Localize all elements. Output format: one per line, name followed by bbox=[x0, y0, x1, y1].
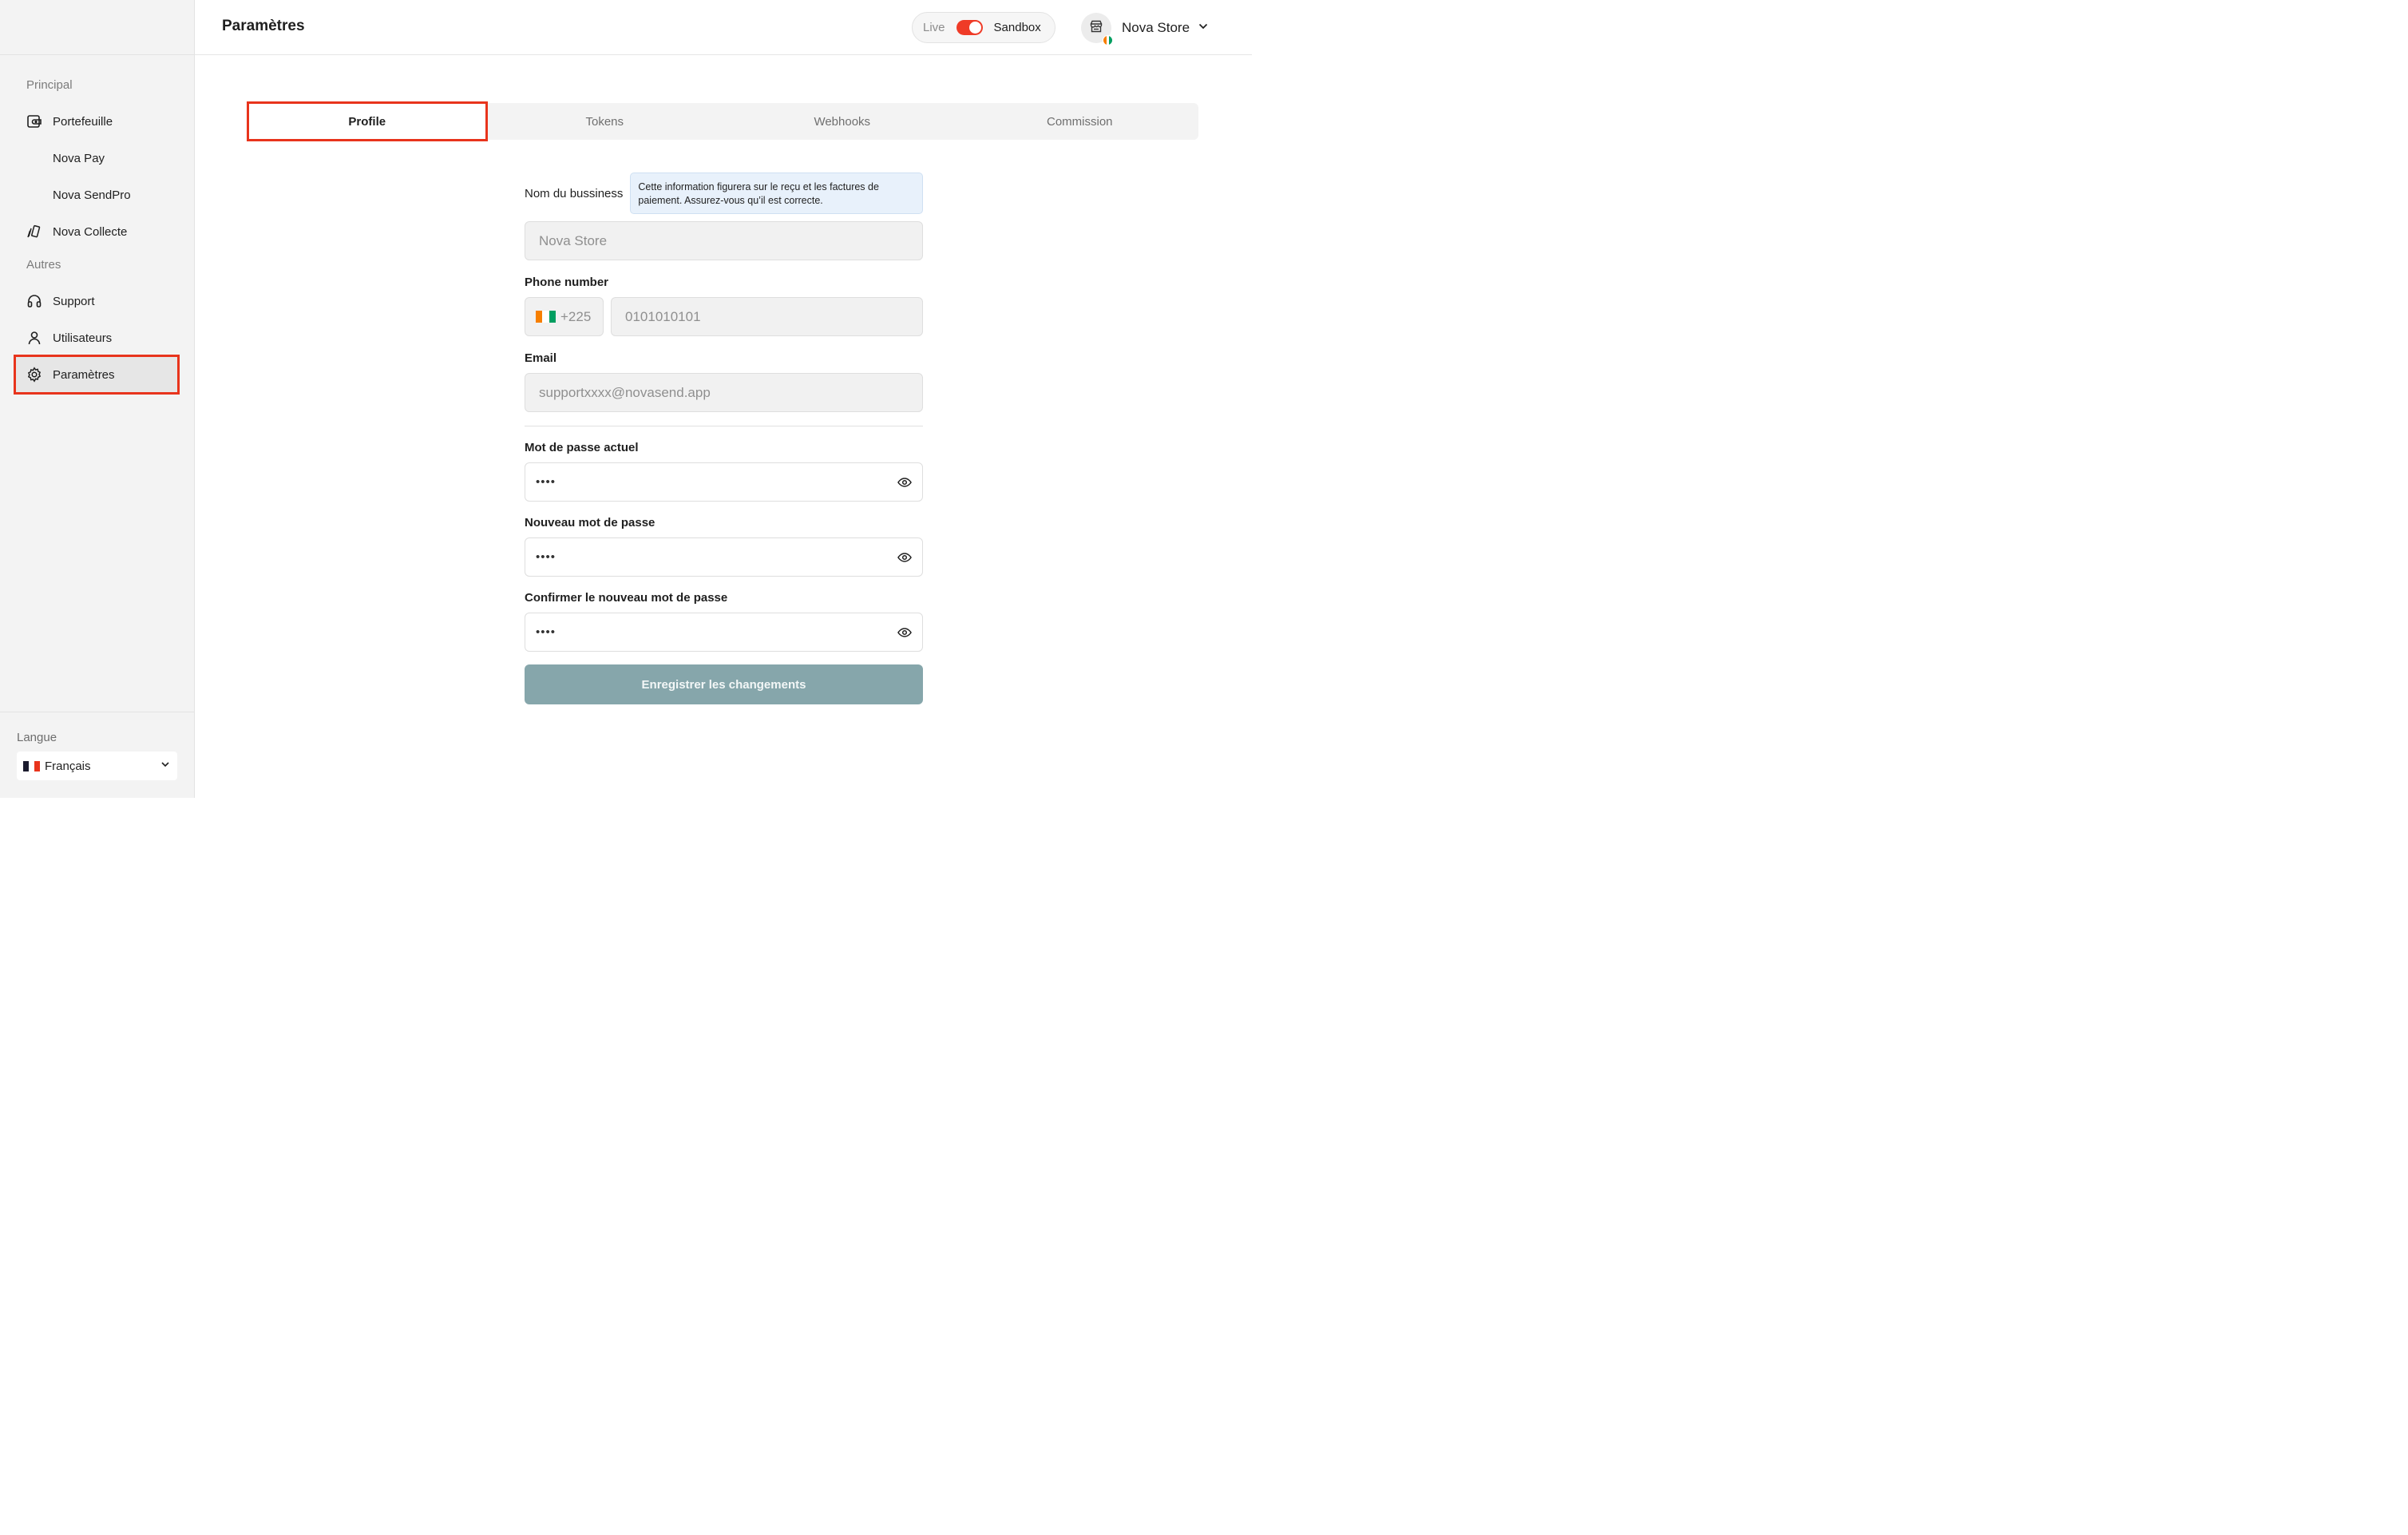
password-dots: •••• bbox=[536, 550, 556, 564]
save-changes-button[interactable]: Enregistrer les changements bbox=[525, 664, 923, 704]
business-info-note: Cette information figurera sur le reçu e… bbox=[630, 173, 923, 214]
email-input[interactable]: supportxxxx@novasend.app bbox=[525, 373, 923, 412]
user-icon bbox=[16, 330, 53, 346]
current-password-label: Mot de passe actuel bbox=[525, 441, 639, 454]
sidebar-item-label: Utilisateurs bbox=[53, 331, 113, 345]
business-label-row: Nom du bussiness Cette information figur… bbox=[525, 173, 923, 214]
sidebar-item-utilisateurs[interactable]: Utilisateurs bbox=[16, 320, 177, 355]
phone-number-row: +225 0101010101 bbox=[525, 297, 923, 336]
ivory-coast-flag-icon bbox=[536, 311, 556, 323]
language-select[interactable]: Français bbox=[17, 752, 177, 780]
email-label: Email bbox=[525, 351, 557, 365]
sidebar-item-label: Support bbox=[53, 294, 95, 308]
new-password-input[interactable]: •••• bbox=[525, 537, 923, 577]
country-code-value: +225 bbox=[560, 308, 592, 324]
sidebar-item-label: Paramètres bbox=[53, 367, 115, 382]
section-label-principal: Principal bbox=[26, 78, 73, 92]
tab-commission[interactable]: Commission bbox=[961, 103, 1199, 140]
ivory-coast-flag-icon bbox=[1103, 35, 1113, 46]
store-icon bbox=[1089, 19, 1103, 38]
sidebar-logo-area bbox=[0, 0, 194, 55]
sidebar-item-nova-sendpro[interactable]: Nova SendPro bbox=[16, 177, 177, 212]
eye-icon[interactable] bbox=[897, 552, 912, 563]
environment-toggle: Live Sandbox bbox=[912, 12, 1055, 43]
store-name: Nova Store bbox=[1122, 20, 1190, 35]
sidebar-item-label: Portefeuille bbox=[53, 114, 113, 129]
france-flag-icon bbox=[23, 760, 40, 771]
sidebar-item-label: Nova Collecte bbox=[53, 224, 128, 239]
current-password-input[interactable]: •••• bbox=[525, 462, 923, 502]
sidebar-item-parametres[interactable]: Paramètres bbox=[14, 355, 180, 395]
business-name-input[interactable]: Nova Store bbox=[525, 221, 923, 260]
profile-form: Nom du bussiness Cette information figur… bbox=[525, 173, 923, 704]
store-menu[interactable]: Nova Store bbox=[1081, 11, 1209, 46]
chevron-down-icon bbox=[160, 759, 171, 773]
section-label-autres: Autres bbox=[26, 258, 61, 272]
headset-icon bbox=[16, 293, 53, 309]
confirm-password-label: Confirmer le nouveau mot de passe bbox=[525, 591, 728, 605]
gear-icon bbox=[16, 367, 53, 383]
language-value: Français bbox=[45, 759, 91, 773]
eye-icon[interactable] bbox=[897, 627, 912, 638]
sidebar-item-portefeuille[interactable]: Portefeuille bbox=[16, 104, 177, 139]
cards-icon bbox=[16, 224, 53, 240]
confirm-password-input[interactable]: •••• bbox=[525, 613, 923, 652]
password-dots: •••• bbox=[536, 625, 556, 639]
page-title: Paramètres bbox=[222, 18, 305, 34]
tab-tokens[interactable]: Tokens bbox=[486, 103, 724, 140]
switch-knob bbox=[968, 22, 981, 34]
tab-webhooks[interactable]: Webhooks bbox=[723, 103, 961, 140]
sidebar-item-nova-collecte[interactable]: Nova Collecte bbox=[16, 214, 177, 249]
sidebar-item-label: Nova SendPro bbox=[53, 188, 131, 202]
env-sandbox-label[interactable]: Sandbox bbox=[994, 21, 1041, 34]
new-password-label: Nouveau mot de passe bbox=[525, 516, 655, 530]
env-live-label[interactable]: Live bbox=[923, 21, 945, 34]
store-avatar bbox=[1081, 13, 1113, 46]
wallet-icon bbox=[16, 113, 53, 129]
password-dots: •••• bbox=[536, 475, 556, 489]
sidebar-item-nova-pay[interactable]: Nova Pay bbox=[16, 141, 177, 176]
language-label: Langue bbox=[17, 731, 57, 744]
country-code-select[interactable]: +225 bbox=[525, 297, 604, 336]
sidebar: Principal Portefeuille Nova Pay Nova Sen… bbox=[0, 0, 195, 798]
business-name-label: Nom du bussiness bbox=[525, 186, 624, 200]
phone-number-input[interactable]: 0101010101 bbox=[611, 297, 923, 336]
top-header: Paramètres Live Sandbox Nova Store bbox=[195, 0, 1252, 55]
tab-profile[interactable]: Profile bbox=[247, 101, 488, 141]
sidebar-item-label: Nova Pay bbox=[53, 151, 105, 165]
chevron-down-icon bbox=[1198, 21, 1209, 36]
sidebar-footer: Langue Français bbox=[0, 712, 195, 798]
settings-tabs: Profile Tokens Webhooks Commission bbox=[247, 101, 1199, 141]
environment-switch[interactable] bbox=[956, 20, 983, 35]
sidebar-item-support[interactable]: Support bbox=[16, 284, 177, 319]
phone-number-label: Phone number bbox=[525, 276, 609, 289]
eye-icon[interactable] bbox=[897, 477, 912, 488]
